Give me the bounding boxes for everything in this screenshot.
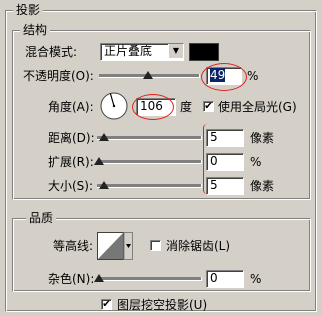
knockout-label[interactable]: 图层挖空投影(U): [117, 297, 207, 313]
noise-unit: %: [250, 272, 262, 286]
spread-slider-thumb[interactable]: [94, 157, 104, 165]
noise-label: 杂色(N):: [48, 272, 95, 286]
angle-label: 角度(A):: [48, 100, 94, 114]
distance-slider-thumb[interactable]: [99, 133, 109, 141]
global-light-checkbox[interactable]: ✔: [203, 101, 214, 112]
size-slider-thumb[interactable]: [99, 181, 109, 189]
noise-slider-thumb[interactable]: [94, 274, 104, 282]
structure-title: 结构: [20, 23, 51, 37]
blend-mode-select[interactable]: 正片叠底 ▼: [100, 43, 184, 61]
opacity-unit: %: [247, 69, 259, 83]
distance-slider-track[interactable]: [97, 136, 202, 140]
quality-title: 品质: [26, 211, 57, 225]
contour-picker[interactable]: [97, 232, 133, 260]
anti-alias-label[interactable]: 消除锯齿(L): [166, 238, 230, 254]
angle-dial[interactable]: [99, 91, 129, 121]
opacity-slider-thumb[interactable]: [143, 71, 153, 79]
size-unit: 像素: [250, 179, 275, 193]
blend-mode-value: 正片叠底: [104, 44, 153, 58]
angle-unit: 度: [180, 100, 193, 114]
spread-unit: %: [250, 155, 262, 169]
size-label: 大小(S):: [48, 179, 94, 193]
global-light-label[interactable]: 使用全局光(G): [218, 99, 297, 115]
anti-alias-checkbox[interactable]: [150, 240, 161, 251]
chevron-down-icon[interactable]: ▼: [168, 44, 183, 58]
angle-highlight-circle: [132, 94, 174, 120]
panel-title: 投影: [13, 3, 44, 17]
noise-slider-track[interactable]: [97, 277, 202, 281]
opacity-label: 不透明度(O):: [23, 69, 94, 83]
spread-slider-track[interactable]: [97, 160, 202, 164]
noise-value: 0: [210, 271, 218, 285]
spread-label: 扩展(R):: [48, 155, 94, 169]
blend-mode-label: 混合模式:: [25, 45, 78, 59]
noise-input[interactable]: 0: [206, 270, 244, 288]
size-slider-track[interactable]: [97, 184, 202, 188]
shadow-color-swatch[interactable]: [189, 43, 219, 61]
opacity-highlight-circle: [201, 63, 247, 91]
contour-label: 等高线:: [53, 239, 94, 253]
value-highlight-bracket: [203, 124, 214, 194]
distance-label: 距离(D):: [48, 131, 95, 145]
distance-unit: 像素: [250, 131, 275, 145]
knockout-checkbox[interactable]: ✔: [101, 299, 112, 310]
